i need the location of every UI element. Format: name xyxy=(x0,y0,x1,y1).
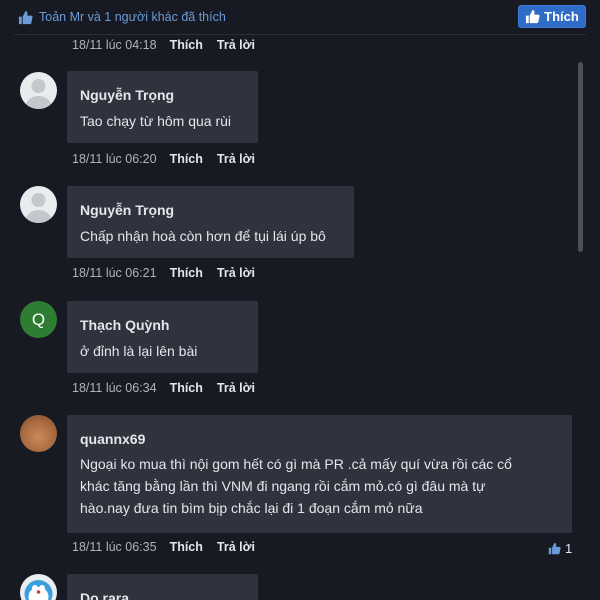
comment-text-line: Ngoại ko mua thì nội gom hết có gì mà PR… xyxy=(80,456,512,472)
scrollbar[interactable] xyxy=(578,62,583,252)
avatar-letter: Q xyxy=(31,309,46,329)
comment-author[interactable]: Nguyễn Trọng xyxy=(80,86,245,104)
reactions-header: Toản Mr và 1 người khác đã thích Thích xyxy=(0,0,600,34)
default-avatar-icon xyxy=(25,193,52,223)
comment-time: 18/11 lúc 06:20 xyxy=(72,152,157,166)
avatar[interactable] xyxy=(20,574,57,600)
comment-text: ở đỉnh là lại lên bài xyxy=(80,343,198,359)
comment-text-line: khác tăng bằng lần thì VNM đi ngang rồi … xyxy=(80,478,486,494)
comment-time: 18/11 lúc 06:21 xyxy=(72,266,157,280)
comment-author[interactable]: Thạch Quỳnh xyxy=(80,316,245,334)
comment-bubble: Nguyễn Trọng Chấp nhận hoà còn hơn để tụ… xyxy=(67,186,354,258)
comment-text: Chấp nhận hoà còn hơn để tụi lái úp bô xyxy=(80,228,326,244)
reply-link[interactable]: Trả lời xyxy=(217,266,255,280)
comment-text: Tao chạy từ hôm qua rùi xyxy=(80,113,232,129)
avatar[interactable] xyxy=(20,186,57,223)
comment-bubble: quannx69 Ngoại ko mua thì nội gom hết có… xyxy=(67,415,572,533)
comment-author[interactable]: Nguyễn Trọng xyxy=(80,201,341,219)
default-avatar-icon xyxy=(25,79,52,109)
thumbs-up-icon xyxy=(526,9,540,24)
comment-bubble: Thạch Quỳnh ở đỉnh là lại lên bài xyxy=(67,301,258,373)
comment-time: 18/11 lúc 06:34 xyxy=(72,381,157,395)
likes-summary-text: Toản Mr và 1 người khác đã thích xyxy=(39,10,226,24)
like-link[interactable]: Thích xyxy=(170,38,203,52)
comment-time: 18/11 lúc 04:18 xyxy=(72,38,157,52)
reply-link[interactable]: Trả lời xyxy=(217,152,255,166)
reaction-count-value: 1 xyxy=(565,540,573,556)
comment-author[interactable]: Do rara xyxy=(80,589,245,600)
comment-author[interactable]: quannx69 xyxy=(80,430,559,448)
comment-meta: 18/11 lúc 04:18 Thích Trả lời xyxy=(72,37,269,53)
comment-meta: 18/11 lúc 06:21 Thích Trả lời xyxy=(72,265,269,281)
comment-bubble: Nguyễn Trọng Tao chạy từ hôm qua rùi xyxy=(67,71,258,143)
divider xyxy=(14,34,586,35)
likes-summary[interactable]: Toản Mr và 1 người khác đã thích xyxy=(18,8,226,26)
like-link[interactable]: Thích xyxy=(170,266,203,280)
thumbs-up-icon xyxy=(548,542,561,554)
like-link[interactable]: Thích xyxy=(170,540,203,554)
avatar[interactable] xyxy=(20,415,57,452)
comment-meta: 18/11 lúc 06:34 Thích Trả lời xyxy=(72,380,269,396)
avatar[interactable] xyxy=(20,72,57,109)
cartoon-avatar-icon xyxy=(24,580,53,600)
reaction-count[interactable]: 1 xyxy=(548,540,572,556)
like-button-label: Thích xyxy=(544,9,579,24)
comment-meta: 18/11 lúc 06:35 Thích Trả lời xyxy=(72,539,269,555)
comment-text-line: hào.nay đưa tin bìm bịp chắc lại đi 1 đo… xyxy=(80,500,423,516)
reply-link[interactable]: Trả lời xyxy=(217,381,255,395)
comment-bubble: Do rara xyxy=(67,574,258,600)
comment-meta: 18/11 lúc 06:20 Thích Trả lời xyxy=(72,151,269,167)
avatar[interactable]: Q xyxy=(20,301,57,338)
reply-link[interactable]: Trả lời xyxy=(217,540,255,554)
like-link[interactable]: Thích xyxy=(170,381,203,395)
reply-link[interactable]: Trả lời xyxy=(217,38,255,52)
comment-time: 18/11 lúc 06:35 xyxy=(72,540,157,554)
like-link[interactable]: Thích xyxy=(170,152,203,166)
thumbs-up-icon xyxy=(18,10,33,24)
like-button[interactable]: Thích xyxy=(518,5,586,28)
